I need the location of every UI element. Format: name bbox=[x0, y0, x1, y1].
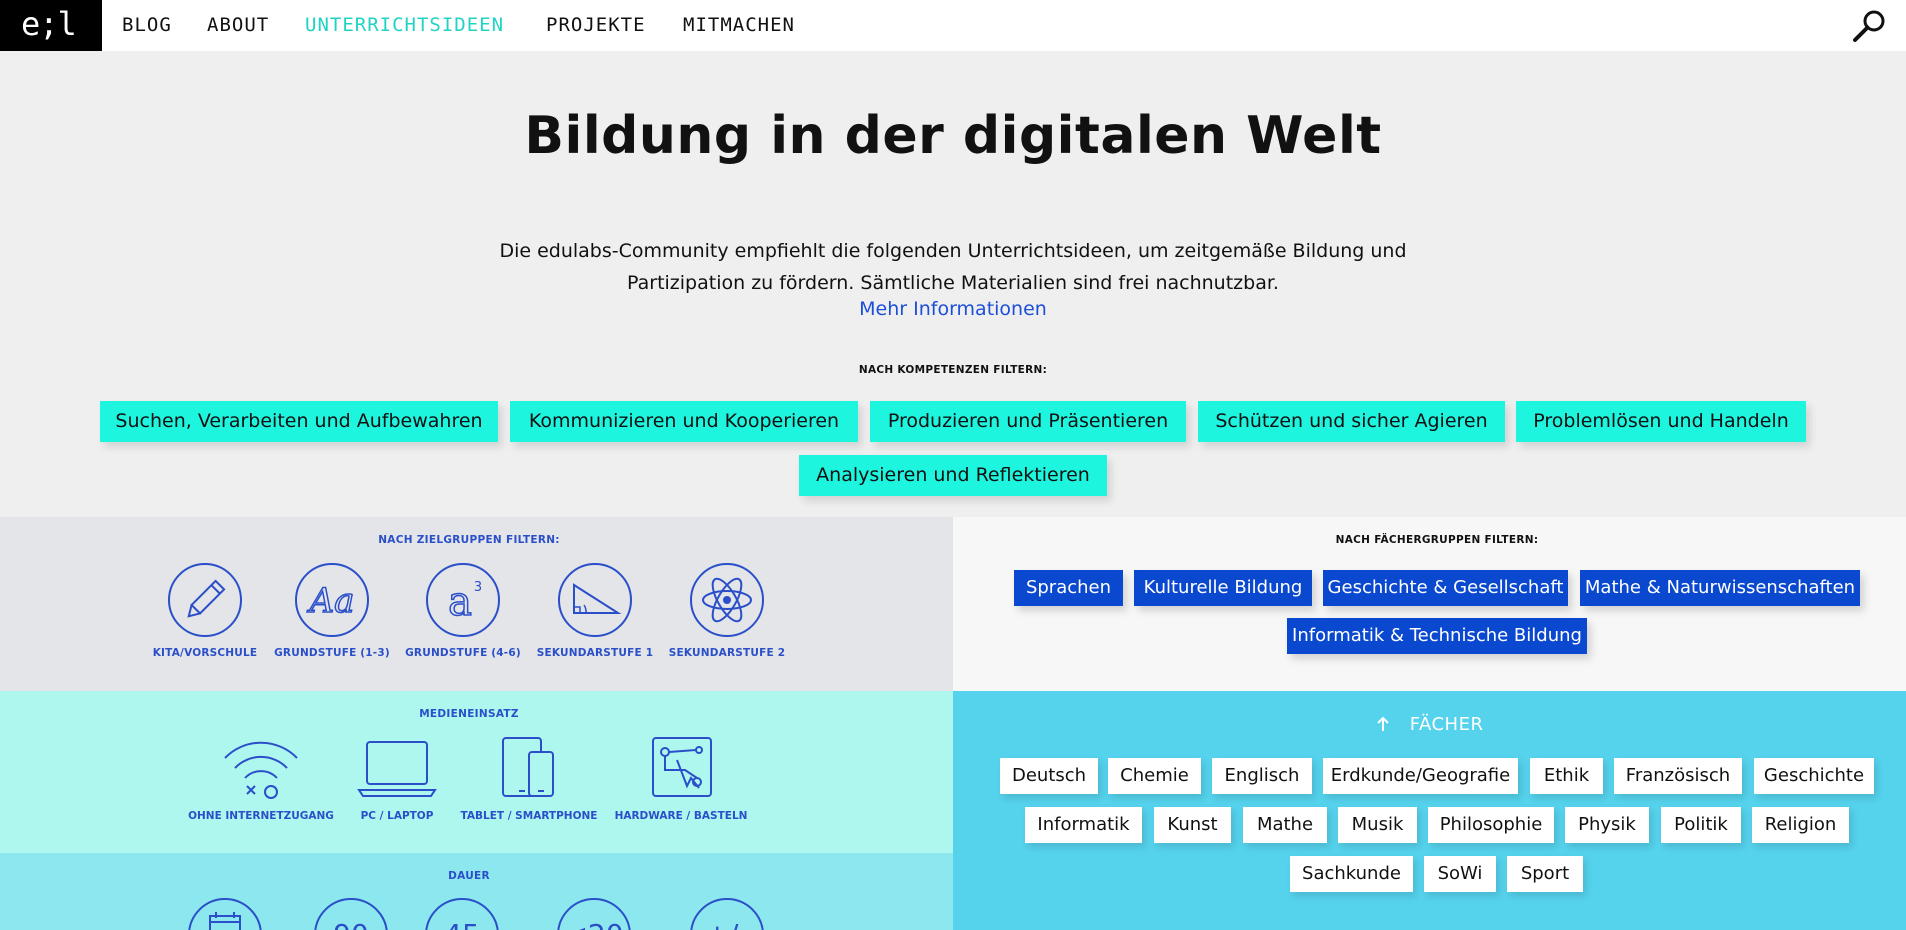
calendar-icon[interactable] bbox=[188, 898, 262, 930]
subject-geschichte[interactable]: Geschichte bbox=[1754, 758, 1874, 794]
competence-button-schuetzen[interactable]: Schützen und sicher Agieren bbox=[1198, 401, 1505, 442]
intro-text: Die edulabs-Community empfiehlt die folg… bbox=[453, 235, 1453, 299]
target-sekundarstufe-2[interactable]: SEKUNDARSTUFE 2 bbox=[657, 563, 797, 659]
media-label: PC / LAPTOP bbox=[360, 810, 434, 822]
target-label: GRUNDSTUFE (1-3) bbox=[274, 647, 390, 659]
nav-link-blog[interactable]: BLOG bbox=[122, 14, 172, 36]
nav-link-mitmachen[interactable]: MITMACHEN bbox=[683, 14, 795, 36]
subject-informatik[interactable]: Informatik bbox=[1025, 807, 1142, 843]
circuit-board-icon bbox=[652, 737, 712, 797]
target-grundstufe-1-3[interactable]: Aa GRUNDSTUFE (1-3) bbox=[262, 563, 402, 659]
site-logo[interactable]: e;l bbox=[0, 0, 102, 51]
target-group-filter-label: NACH ZIELGRUPPEN FILTERN: bbox=[378, 534, 560, 546]
competence-button-produzieren[interactable]: Produzieren und Präsentieren bbox=[870, 401, 1186, 442]
target-sekundarstufe-1[interactable]: SEKUNDARSTUFE 1 bbox=[525, 563, 665, 659]
nav-link-projekte[interactable]: PROJEKTE bbox=[546, 14, 646, 36]
target-label: SEKUNDARSTUFE 2 bbox=[668, 647, 786, 659]
svg-text:a: a bbox=[448, 579, 472, 625]
svg-text:Aa: Aa bbox=[307, 581, 355, 621]
subject-group-mathe-naturwissenschaften[interactable]: Mathe & Naturwissenschaften bbox=[1580, 570, 1860, 606]
top-navbar: e;l BLOG ABOUT UNTERRICHTSIDEEN PROJEKTE… bbox=[0, 0, 1906, 51]
arrow-up-icon bbox=[1376, 714, 1390, 735]
subject-sowi[interactable]: SoWi bbox=[1424, 856, 1496, 892]
target-label: SEKUNDARSTUFE 1 bbox=[536, 647, 654, 659]
subject-musik[interactable]: Musik bbox=[1338, 807, 1417, 843]
subject-group-kulturelle-bildung[interactable]: Kulturelle Bildung bbox=[1134, 570, 1312, 606]
subject-group-filter-label: NACH FÄCHERGRUPPEN FILTERN: bbox=[1335, 534, 1539, 546]
subjects-label: FÄCHER bbox=[1409, 714, 1484, 735]
subject-franzoesisch[interactable]: Französisch bbox=[1614, 758, 1742, 794]
nav-link-unterrichtsideen[interactable]: UNTERRICHTSIDEEN bbox=[305, 14, 504, 36]
competence-button-kommunizieren[interactable]: Kommunizieren und Kooperieren bbox=[510, 401, 858, 442]
media-label: TABLET / SMARTPHONE bbox=[460, 810, 598, 822]
letters-icon: Aa bbox=[295, 563, 369, 637]
crayon-icon bbox=[168, 563, 242, 637]
competence-button-analysieren[interactable]: Analysieren und Reflektieren bbox=[799, 455, 1107, 496]
subject-sport[interactable]: Sport bbox=[1507, 856, 1583, 892]
subject-englisch[interactable]: Englisch bbox=[1212, 758, 1312, 794]
intro-line-1: Die edulabs-Community empfiehlt die folg… bbox=[499, 240, 1407, 262]
subject-group-geschichte-gesellschaft[interactable]: Geschichte & Gesellschaft bbox=[1323, 570, 1568, 606]
atom-icon bbox=[690, 563, 764, 637]
target-kita[interactable]: KITA/VORSCHULE bbox=[135, 563, 275, 659]
competence-button-problemloesen[interactable]: Problemlösen und Handeln bbox=[1516, 401, 1806, 442]
subject-mathe[interactable]: Mathe bbox=[1243, 807, 1327, 843]
laptop-icon bbox=[357, 741, 437, 797]
media-pc-laptop[interactable]: PC / LAPTOP bbox=[322, 736, 472, 822]
media-tablet-smartphone[interactable]: TABLET / SMARTPHONE bbox=[454, 736, 604, 822]
target-label: GRUNDSTUFE (4-6) bbox=[405, 647, 521, 659]
media-hardware-basteln[interactable]: HARDWARE / BASTELN bbox=[606, 736, 756, 822]
svg-text:3: 3 bbox=[474, 580, 482, 595]
subjects-toggle[interactable]: FÄCHER bbox=[953, 714, 1906, 735]
subject-physik[interactable]: Physik bbox=[1565, 807, 1649, 843]
media-label: OHNE INTERNETZUGANG bbox=[188, 810, 334, 822]
media-filter-label: MEDIENEINSATZ bbox=[419, 708, 519, 720]
media-label: HARDWARE / BASTELN bbox=[614, 810, 748, 822]
subject-kunst[interactable]: Kunst bbox=[1154, 807, 1231, 843]
subject-chemie[interactable]: Chemie bbox=[1108, 758, 1201, 794]
subject-deutsch[interactable]: Deutsch bbox=[1000, 758, 1098, 794]
target-grundstufe-4-6[interactable]: a 3 GRUNDSTUFE (4-6) bbox=[393, 563, 533, 659]
subject-erdkunde-geografie[interactable]: Erdkunde/Geografie bbox=[1323, 758, 1518, 794]
nav-link-about[interactable]: ABOUT bbox=[207, 14, 269, 36]
subject-religion[interactable]: Religion bbox=[1752, 807, 1849, 843]
search-icon[interactable] bbox=[1852, 8, 1888, 44]
tablet-smartphone-icon bbox=[502, 737, 554, 797]
intro-line-2: Partizipation zu fördern. Sämtliche Mate… bbox=[627, 272, 1279, 294]
subject-group-informatik-technik[interactable]: Informatik & Technische Bildung bbox=[1287, 618, 1587, 654]
duration-filter-label: DAUER bbox=[448, 870, 490, 882]
page-title: Bildung in der digitalen Welt bbox=[524, 106, 1382, 166]
subject-philosophie[interactable]: Philosophie bbox=[1428, 807, 1554, 843]
media-offline[interactable]: OHNE INTERNETZUGANG bbox=[186, 736, 336, 822]
competence-filter-label: NACH KOMPETENZEN FILTERN: bbox=[858, 364, 1048, 376]
more-info-link[interactable]: Mehr Informationen bbox=[0, 298, 1906, 320]
wifi-off-icon bbox=[224, 741, 298, 799]
math-power-icon: a 3 bbox=[426, 563, 500, 637]
triangle-icon bbox=[558, 563, 632, 637]
subject-group-sprachen[interactable]: Sprachen bbox=[1014, 570, 1123, 606]
subject-ethik[interactable]: Ethik bbox=[1530, 758, 1603, 794]
competence-button-suchen[interactable]: Suchen, Verarbeiten und Aufbewahren bbox=[100, 401, 498, 442]
subject-politik[interactable]: Politik bbox=[1661, 807, 1741, 843]
subject-sachkunde[interactable]: Sachkunde bbox=[1290, 856, 1413, 892]
target-label: KITA/VORSCHULE bbox=[152, 647, 258, 659]
